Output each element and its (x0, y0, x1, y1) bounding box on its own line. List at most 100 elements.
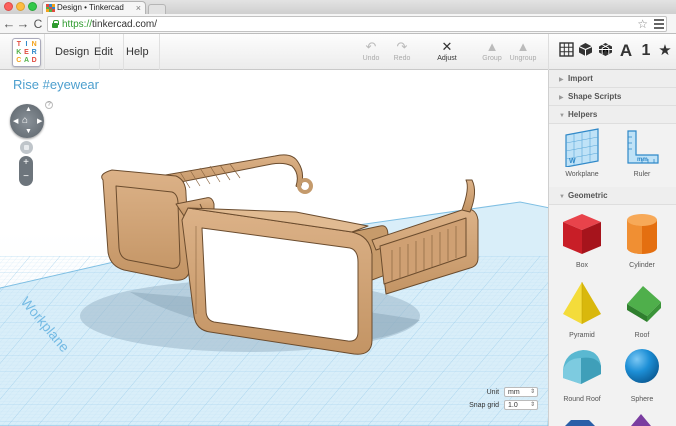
helpers-section-header[interactable]: ▼ Helpers (549, 106, 676, 124)
import-section-header[interactable]: ▶ Import (549, 70, 676, 88)
redo-icon: ↷ (396, 39, 408, 54)
sphere-shape-icon (625, 349, 659, 383)
shape-item-pyramid[interactable]: Pyramid (559, 280, 605, 339)
geometric-label: Geometric (568, 191, 608, 200)
window-zoom-button[interactable] (28, 2, 37, 11)
lock-icon (52, 20, 59, 28)
url-scheme: https:// (62, 19, 93, 30)
box-shape-icon (563, 214, 601, 254)
workplane-helper-icon: W (565, 128, 599, 167)
bookmark-star-icon[interactable]: ☆ (637, 17, 648, 31)
orbit-right-icon[interactable]: ▶ (37, 117, 42, 125)
browser-tab[interactable]: Design • Tinkercad × (42, 1, 146, 14)
helper-item-ruler[interactable]: mm Ruler (619, 127, 665, 178)
zoom-control: + − (19, 156, 33, 186)
orbit-down-icon[interactable]: ▼ (25, 128, 32, 135)
snap-grid-select[interactable]: 1.0 (504, 400, 538, 411)
adjust-label: Adjust (437, 55, 457, 62)
ungroup-icon: ▲ (516, 39, 530, 54)
roof-shape-icon (627, 286, 661, 322)
pyramid-shape-label: Pyramid (569, 332, 595, 339)
home-view-icon[interactable]: ⌂ (22, 115, 28, 126)
zoom-out-button[interactable]: − (19, 170, 33, 184)
browser-address-bar: ← → C https://tinkercad.com/ ☆ (0, 14, 676, 34)
logo-letter: A (23, 57, 30, 64)
pyramid-shape-icon (563, 282, 601, 324)
shape-item-sphere[interactable]: Sphere (619, 344, 665, 403)
adjust-button[interactable]: ✕ Adjust (429, 39, 465, 67)
app-toolbar: TINKERCAD Design Edit Help ↶ Undo ↷ Redo… (0, 34, 676, 70)
3d-workspace[interactable]: Workplane Rise #eyewear ? ▲ ▼ ◀ ▶ ⌂ + − … (0, 70, 548, 426)
zoom-in-button[interactable]: + (19, 156, 33, 170)
logo-letter: K (16, 49, 22, 56)
logo-letter: E (24, 49, 29, 56)
text-shape-icon[interactable]: A (617, 42, 635, 60)
url-input[interactable]: https://tinkercad.com/ ☆ (47, 16, 667, 32)
svg-text:W: W (569, 158, 576, 165)
url-text: https://tinkercad.com/ (62, 18, 157, 31)
geometric-section-header[interactable]: ▼ Geometric (549, 187, 676, 205)
cube-view-icon[interactable] (576, 42, 594, 60)
shape-scripts-label: Shape Scripts (568, 92, 622, 101)
shapes-panel: ▶ Import ▶ Shape Scripts ▼ Helpers W Workpl… (548, 70, 676, 426)
redo-label: Redo (393, 55, 411, 62)
logo-letter: C (16, 57, 22, 64)
shape-item-box[interactable]: Box (559, 210, 605, 269)
design-title[interactable]: Rise #eyewear (13, 77, 99, 92)
redo-button[interactable]: ↷ Redo (384, 39, 420, 67)
fit-view-button[interactable] (20, 141, 33, 154)
next-shape-partial-icon (631, 414, 651, 426)
unit-select[interactable]: mm (504, 387, 538, 398)
ruler-helper-icon: mm (627, 130, 659, 164)
number-shape-icon[interactable]: 1 (637, 42, 655, 60)
tinkercad-logo[interactable]: TIN KER CAD (12, 38, 41, 67)
svg-text:mm: mm (637, 157, 648, 163)
reload-button[interactable]: C (31, 16, 45, 32)
tinkercad-favicon-icon (46, 4, 55, 12)
round-roof-shape-icon (563, 350, 601, 384)
forward-button[interactable]: → (16, 16, 30, 32)
view-orbit-control[interactable]: ▲ ▼ ◀ ▶ ⌂ (10, 104, 44, 138)
tab-title: Design • Tinkercad (57, 3, 124, 12)
unit-label: Unit (486, 389, 500, 396)
components-view-icon[interactable] (596, 42, 614, 60)
next-shape-partial-icon (565, 420, 595, 426)
import-label: Import (568, 74, 593, 83)
help-menu[interactable]: Help (116, 34, 160, 70)
shape-scripts-section-header[interactable]: ▶ Shape Scripts (549, 88, 676, 106)
orbit-up-icon[interactable]: ▲ (25, 106, 32, 113)
url-host: tinkercad.com/ (92, 19, 158, 30)
workplane-scene[interactable]: Workplane (0, 70, 548, 426)
ungroup-label: Ungroup (509, 55, 537, 62)
window-minimize-button[interactable] (16, 2, 25, 11)
expanded-arrow-icon: ▼ (559, 113, 565, 119)
cylinder-shape-label: Cylinder (629, 262, 655, 269)
ruler-helper-label: Ruler (633, 171, 651, 178)
logo-letter: N (31, 41, 37, 48)
new-tab-button[interactable] (148, 4, 166, 14)
workplane-helper-label: Workplane (565, 171, 599, 178)
shape-item-round-roof[interactable]: Round Roof (559, 344, 605, 403)
browser-tab-bar: Design • Tinkercad × (0, 0, 676, 14)
helper-item-workplane[interactable]: W Workplane (559, 127, 605, 178)
window-close-button[interactable] (4, 2, 13, 11)
grid-settings: Unit mm Snap grid 1.0 (469, 386, 538, 412)
undo-label: Undo (362, 55, 380, 62)
logo-letter: I (25, 41, 28, 48)
shape-item-roof[interactable]: Roof (619, 280, 665, 339)
cylinder-shape-icon (627, 214, 657, 254)
grid-view-icon[interactable] (557, 42, 575, 60)
collapsed-arrow-icon: ▶ (559, 77, 564, 83)
roof-shape-label: Roof (634, 332, 650, 339)
group-label: Group (482, 55, 502, 62)
tab-close-icon[interactable]: × (136, 2, 141, 14)
back-button[interactable]: ← (2, 16, 16, 32)
orbit-left-icon[interactable]: ◀ (13, 117, 18, 125)
shape-item-cylinder[interactable]: Cylinder (619, 210, 665, 269)
box-shape-label: Box (575, 262, 589, 269)
browser-menu-icon[interactable] (654, 19, 664, 29)
snap-grid-label: Snap grid (469, 402, 500, 409)
ungroup-button[interactable]: ▲ Ungroup (505, 39, 541, 67)
favorites-star-icon[interactable]: ★ (656, 42, 674, 60)
help-icon[interactable]: ? (45, 101, 53, 109)
